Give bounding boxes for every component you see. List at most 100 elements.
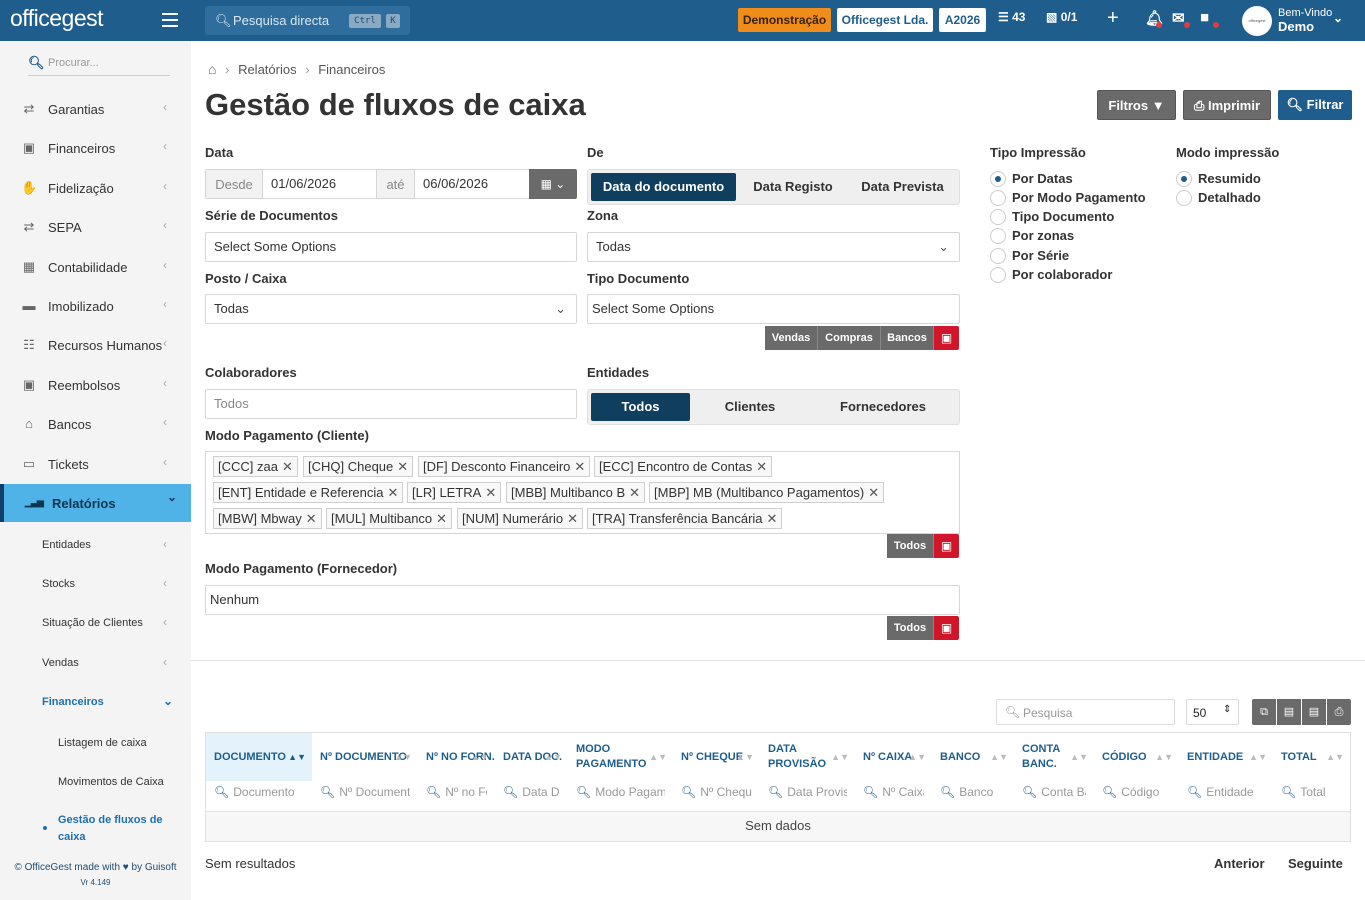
menu-toggle-icon[interactable]: [162, 13, 178, 27]
remove-tag-icon[interactable]: ✕: [282, 459, 293, 474]
colab-select[interactable]: Todos: [205, 389, 577, 419]
home-icon[interactable]: ⌂: [208, 61, 216, 77]
filter-codigo[interactable]: 🔍︎ Código: [1102, 785, 1171, 805]
print-table-icon[interactable]: ⎙: [1327, 699, 1351, 725]
date-to-input[interactable]: 06/06/2026: [414, 169, 530, 199]
sidebar-item-tickets[interactable]: ▭ Tickets ‹: [0, 445, 191, 483]
tipo-vendas-button[interactable]: Vendas: [765, 326, 818, 350]
col-n-fornecedor[interactable]: Nº NO FORN. ▲▼: [418, 733, 495, 781]
sidebar-item-financeiros[interactable]: ▣ Financeiros ‹: [0, 129, 191, 167]
breadcrumb-relatorios[interactable]: Relatórios: [238, 62, 297, 77]
breadcrumb-financeiros[interactable]: Financeiros: [318, 62, 385, 77]
sidebar-item-relatórios[interactable]: ▁▃▅ Relatórios ⌄: [0, 484, 191, 522]
next-page-button[interactable]: Seguinte: [1288, 856, 1343, 871]
col-banco[interactable]: BANCO ▲▼: [932, 733, 1014, 781]
sidebar-item-garantias[interactable]: ⇄ Garantias ‹: [0, 90, 191, 128]
demo-badge[interactable]: Demonstração: [738, 8, 831, 32]
modo-cliente-todos-button[interactable]: Todos: [887, 534, 934, 558]
tipo-bancos-button[interactable]: Bancos: [881, 326, 934, 350]
filter-data-doc[interactable]: 🔍︎Data Doc.: [503, 785, 560, 805]
filter-conta-bancaria[interactable]: 🔍︎Conta Bancária: [1022, 785, 1086, 805]
entidades-option-todos[interactable]: Todos: [591, 393, 690, 421]
col-conta-bancaria[interactable]: CONTA BANC. ▲▼: [1014, 733, 1094, 781]
de-option-registo[interactable]: Data Registo: [738, 173, 848, 201]
print-button[interactable]: ⎙ Imprimir: [1183, 90, 1271, 120]
sidebar-item-sepa[interactable]: ⇄ SEPA ‹: [0, 208, 191, 246]
remove-tag-icon[interactable]: ✕: [574, 459, 585, 474]
filter-modo-pagamento[interactable]: 🔍︎Modo Pagamento: [576, 785, 665, 805]
de-option-prevista[interactable]: Data Prevista: [850, 173, 955, 201]
filter-n-fornecedor[interactable]: 🔍︎Nº no Fornecedor: [426, 785, 487, 805]
col-data-provisao[interactable]: DATA PROVISÃO ▲▼: [760, 733, 855, 781]
tasks-button[interactable]: ☰ 43: [998, 10, 1025, 24]
user-menu[interactable]: Bem-Vindo Demo: [1278, 7, 1332, 34]
entidades-option-clientes[interactable]: Clientes: [696, 393, 804, 421]
mail-icon[interactable]: ✉: [1172, 9, 1185, 27]
sidebar-item-bancos[interactable]: ⌂ Bancos ‹: [0, 405, 191, 443]
app-logo[interactable]: officegest: [10, 5, 104, 32]
filters-button[interactable]: Filtros ▼: [1097, 90, 1176, 120]
filter-n-documento[interactable]: 🔍︎ Nº Documento: [320, 785, 410, 805]
filter-button[interactable]: 🔍︎ Filtrar: [1278, 90, 1352, 120]
sidebar-link-listagem-caixa[interactable]: Listagem de caixa: [58, 737, 188, 749]
truck-icon[interactable]: ■: [1200, 9, 1209, 26]
remove-tag-icon[interactable]: ✕: [629, 485, 640, 500]
filter-n-caixa[interactable]: 🔍︎Nº Caixa: [863, 785, 924, 805]
filter-total[interactable]: 🔍︎ Total: [1281, 785, 1342, 805]
folders-button[interactable]: ▧ 0/1: [1046, 10, 1077, 24]
remove-tag-icon[interactable]: ✕: [397, 459, 408, 474]
excel-icon[interactable]: ▤: [1277, 699, 1301, 725]
sidebar-item-imobilizado[interactable]: ▬ Imobilizado ‹: [0, 287, 191, 325]
global-search[interactable]: 🔍︎ Pesquisa directa Ctrl K: [205, 6, 410, 35]
serie-select[interactable]: Select Some Options: [205, 232, 577, 262]
filter-data-provisao[interactable]: 🔍︎Data Provisão: [768, 785, 847, 805]
chevron-down-icon[interactable]: ⌄: [1333, 11, 1343, 25]
entidades-option-fornecedores[interactable]: Fornecedores: [813, 393, 953, 421]
filter-documento[interactable]: 🔍︎ Documento: [214, 785, 308, 805]
sidebar-search[interactable]: 🔍︎ Procurar...: [28, 55, 170, 76]
remove-tag-icon[interactable]: ✕: [756, 459, 767, 474]
modo-fornecedor-todos-button[interactable]: Todos: [887, 616, 934, 640]
tipo-clear-button[interactable]: ▣: [934, 326, 959, 350]
col-modo-pagamento[interactable]: MODO PAGAMENTO ▲▼: [568, 733, 673, 781]
table-search-input[interactable]: 🔍︎ Pesquisa: [996, 699, 1175, 725]
col-total[interactable]: TOTAL ▲▼: [1273, 733, 1350, 781]
company-button[interactable]: Officegest Lda.: [837, 8, 933, 32]
remove-tag-icon[interactable]: ✕: [485, 485, 496, 500]
filter-n-cheque[interactable]: 🔍︎Nº Cheque: [681, 785, 752, 805]
remove-tag-icon[interactable]: ✕: [767, 511, 778, 526]
sidebar-link-movimentos-caixa[interactable]: Movimentos de Caixa: [58, 776, 188, 788]
sidebar-item-contabilidade[interactable]: ▦ Contabilidade ‹: [0, 248, 191, 286]
avatar[interactable]: officegest: [1242, 6, 1272, 36]
copy-icon[interactable]: ⧉: [1252, 699, 1276, 725]
col-entidade[interactable]: ENTIDADE ▲▼: [1179, 733, 1273, 781]
remove-tag-icon[interactable]: ✕: [868, 485, 879, 500]
sidebar-link-gestao-fluxos[interactable]: Gestão de fluxos de caixa: [58, 812, 188, 846]
modo-cliente-clear-button[interactable]: ▣: [934, 534, 959, 558]
remove-tag-icon[interactable]: ✕: [436, 511, 447, 526]
remove-tag-icon[interactable]: ✕: [306, 511, 317, 526]
col-data-doc[interactable]: DATA DOC. ▲▼: [495, 733, 568, 781]
previous-page-button[interactable]: Anterior: [1214, 856, 1265, 871]
filter-banco[interactable]: 🔍︎ Banco: [940, 785, 1006, 805]
remove-tag-icon[interactable]: ✕: [567, 511, 578, 526]
pdf-icon[interactable]: ▤: [1302, 699, 1326, 725]
tipo-compras-button[interactable]: Compras: [818, 326, 881, 350]
de-option-documento[interactable]: Data do documento: [591, 173, 736, 201]
posto-select[interactable]: Todas ⌄: [205, 294, 577, 324]
page-size-select[interactable]: 50 ⇕: [1186, 699, 1239, 725]
sidebar-item-reembolsos[interactable]: ▣ Reembolsos ‹: [0, 366, 191, 404]
tipo-select[interactable]: Select Some Options: [587, 294, 960, 324]
modo-cliente-multiselect[interactable]: [CCC] zaa ✕ [CHQ] Cheque ✕ [DF] Desconto F…: [205, 451, 960, 534]
sidebar-item-fidelização[interactable]: ✋ Fidelização ‹: [0, 169, 191, 207]
sidebar-item-recursos-humanos[interactable]: ☷ Recursos Humanos ‹: [0, 326, 191, 364]
zona-select[interactable]: Todas ⌄: [587, 232, 960, 262]
filter-entidade[interactable]: 🔍︎ Entidade: [1187, 785, 1265, 805]
date-from-input[interactable]: 01/06/2026: [262, 169, 377, 199]
add-icon[interactable]: +: [1107, 7, 1119, 30]
remove-tag-icon[interactable]: ✕: [387, 485, 398, 500]
modo-fornecedor-clear-button[interactable]: ▣: [934, 616, 959, 640]
col-documento[interactable]: DOCUMENTO ▲▼: [206, 733, 312, 781]
col-n-cheque[interactable]: Nº CHEQUE ▲▼: [673, 733, 760, 781]
modo-fornecedor-select[interactable]: Nenhum: [205, 585, 960, 615]
